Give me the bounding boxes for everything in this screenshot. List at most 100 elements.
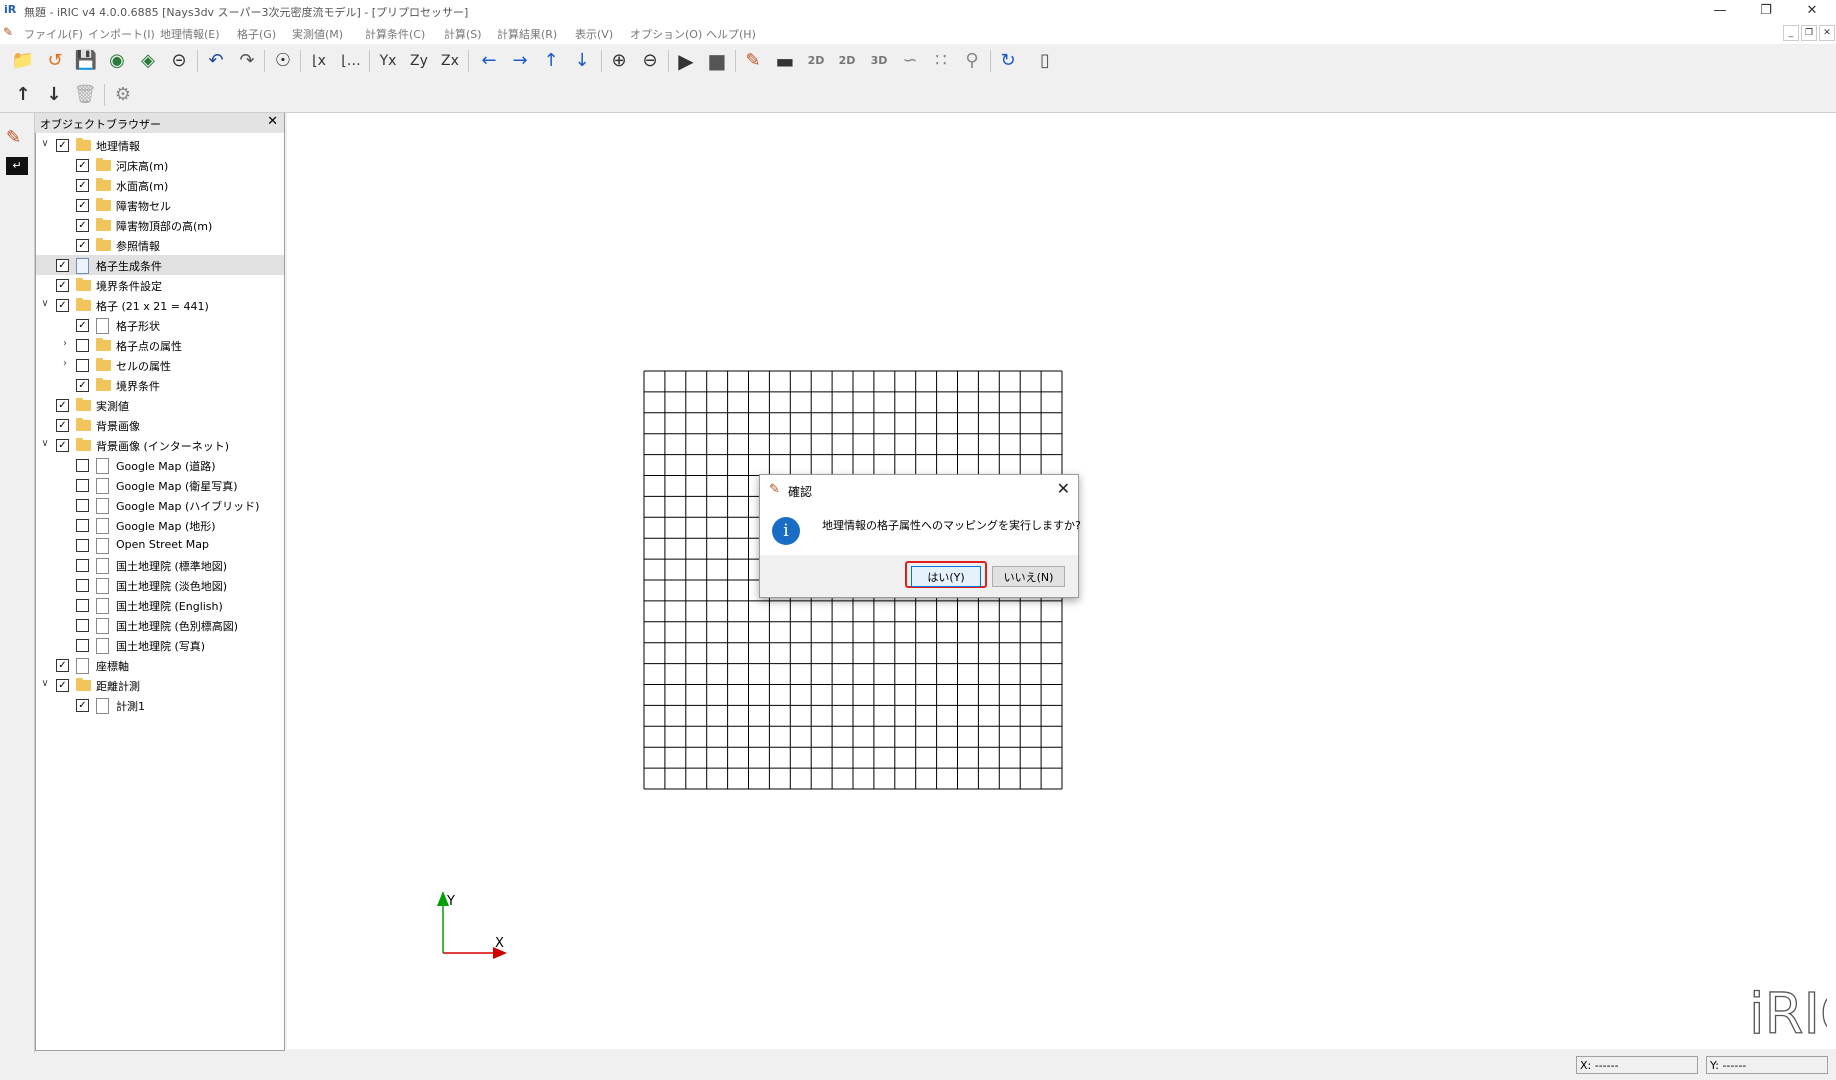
tree-item[interactable]: Google Map (道路)	[36, 455, 284, 475]
2d-post-icon[interactable]: 2D	[803, 49, 829, 73]
tree-item[interactable]: ✓ 格子生成条件	[36, 255, 284, 275]
tree-item[interactable]: ∨ ✓ 格子 (21 x 21 = 441)	[36, 295, 284, 315]
mdi-restore-icon[interactable]: ❐	[1801, 25, 1817, 41]
tree-item[interactable]: Google Map (ハイブリッド)	[36, 495, 284, 515]
tree-item-checkbox[interactable]: ✓	[76, 219, 89, 232]
tree-item-checkbox[interactable]: ✓	[56, 679, 69, 692]
chevron-down-icon[interactable]: ∨	[40, 138, 50, 149]
tree-item[interactable]: ✓ 格子形状	[36, 315, 284, 335]
axis-y-icon[interactable]: Yx	[375, 49, 401, 73]
tree-item[interactable]: ✓ 座標軸	[36, 655, 284, 675]
mdi-minimize-icon[interactable]: _	[1783, 25, 1799, 41]
zoom-in-icon[interactable]: ⊕	[606, 49, 632, 73]
tree-item[interactable]: ✓ 水面高(m)	[36, 175, 284, 195]
tree-item-checkbox[interactable]: ✓	[56, 139, 69, 152]
menu-import[interactable]: インポート(I)	[88, 26, 155, 42]
close-icon[interactable]: ✕	[1057, 479, 1070, 498]
move-up-icon[interactable]: ↑	[10, 83, 36, 107]
tree-item-checkbox[interactable]	[76, 539, 89, 552]
yes-button[interactable]: はい(Y)	[911, 566, 981, 587]
tree-item-checkbox[interactable]	[76, 559, 89, 572]
up-arrow-icon[interactable]: ↑	[538, 49, 564, 73]
tree-item-checkbox[interactable]: ✓	[76, 199, 89, 212]
axis-x-icon[interactable]: ⌊x	[306, 49, 332, 73]
chevron-down-icon[interactable]: ∨	[40, 298, 50, 309]
tree-item-checkbox[interactable]: ✓	[76, 319, 89, 332]
right-arrow-icon[interactable]: →	[507, 49, 533, 73]
chevron-down-icon[interactable]: ∨	[40, 678, 50, 689]
restore-icon[interactable]: ❐	[1743, 0, 1789, 22]
tree-item-checkbox[interactable]: ✓	[76, 379, 89, 392]
edit-mode-icon[interactable]: ✎	[6, 127, 21, 148]
left-arrow-icon[interactable]: ←	[476, 49, 502, 73]
chevron-right-icon[interactable]: ›	[60, 358, 70, 369]
tree-item[interactable]: ✓ 参照情報	[36, 235, 284, 255]
tree-item-checkbox[interactable]	[76, 639, 89, 652]
menu-help[interactable]: ヘルプ(H)	[706, 26, 756, 42]
tree-item[interactable]: 国土地理院 (色別標高図)	[36, 615, 284, 635]
tree-item[interactable]: 国土地理院 (写真)	[36, 635, 284, 655]
tree-item[interactable]: Google Map (地形)	[36, 515, 284, 535]
tree-item[interactable]: ✓ 河床高(m)	[36, 155, 284, 175]
menu-geodata[interactable]: 地理情報(E)	[160, 26, 220, 42]
zoom-fit-icon[interactable]: ☉	[270, 49, 296, 73]
delete-icon[interactable]: 🗑	[72, 83, 98, 107]
tree-item[interactable]: ∨ ✓ 背景画像 (インターネット)	[36, 435, 284, 455]
tree-item[interactable]: 国土地理院 (標準地図)	[36, 555, 284, 575]
graph-icon[interactable]: ∽	[897, 49, 923, 73]
redo-icon[interactable]: ↷	[234, 49, 260, 73]
undo-icon[interactable]: ↶	[203, 49, 229, 73]
tree-item[interactable]: ✓ 障害物セル	[36, 195, 284, 215]
tree-item-checkbox[interactable]: ✓	[56, 419, 69, 432]
tree-item-checkbox[interactable]	[76, 339, 89, 352]
tree-item-checkbox[interactable]: ✓	[56, 659, 69, 672]
console-icon[interactable]: ▬	[772, 49, 798, 73]
tree-item[interactable]: ✓ 境界条件	[36, 375, 284, 395]
tree-item[interactable]: ✓ 実測値	[36, 395, 284, 415]
tree-item[interactable]: ✓ 障害物頂部の高(m)	[36, 215, 284, 235]
tree-item[interactable]: 国土地理院 (淡色地図)	[36, 575, 284, 595]
tree-item-checkbox[interactable]: ✓	[76, 239, 89, 252]
tree-item[interactable]: Google Map (衛星写真)	[36, 475, 284, 495]
edit-icon[interactable]: ✎	[740, 49, 766, 73]
tree-item-checkbox[interactable]: ✓	[76, 179, 89, 192]
axis-zx-icon[interactable]: Zx	[437, 49, 463, 73]
tree-item-checkbox[interactable]: ✓	[56, 259, 69, 272]
tree-item-checkbox[interactable]	[76, 459, 89, 472]
open-project-icon[interactable]: ↺	[42, 49, 68, 73]
minimize-icon[interactable]: —	[1697, 0, 1743, 22]
properties-icon[interactable]: ⚙	[110, 83, 136, 107]
tree-item-checkbox[interactable]	[76, 519, 89, 532]
tree-item[interactable]: Open Street Map	[36, 535, 284, 555]
axis-x-alt-icon[interactable]: ⌊…	[338, 49, 364, 73]
google-earth-icon[interactable]: ⊝	[166, 49, 192, 73]
zoom-out-icon[interactable]: ⊖	[637, 49, 663, 73]
tree-item[interactable]: ∨ ✓ 地理情報	[36, 135, 284, 155]
stop-icon[interactable]: ■	[704, 49, 730, 73]
tree-item[interactable]: ∨ ✓ 距離計測	[36, 675, 284, 695]
menu-calc-condition[interactable]: 計算条件(C)	[365, 26, 425, 42]
chevron-down-icon[interactable]: ∨	[40, 438, 50, 449]
scattered-graph-icon[interactable]: ∷	[928, 49, 954, 73]
tree-item-checkbox[interactable]	[76, 479, 89, 492]
snapshot-icon[interactable]: ◉	[104, 49, 130, 73]
tree-item-checkbox[interactable]	[76, 619, 89, 632]
tree-item[interactable]: › セルの属性	[36, 355, 284, 375]
2d-bird-icon[interactable]: 2D	[834, 49, 860, 73]
run-icon[interactable]: ▶	[673, 49, 699, 73]
open-folder-icon[interactable]: 📁	[10, 49, 36, 73]
tree-item[interactable]: ✓ 背景画像	[36, 415, 284, 435]
tree-item-checkbox[interactable]	[76, 499, 89, 512]
tree-item[interactable]: › 格子点の属性	[36, 335, 284, 355]
tree-item[interactable]: ✓ 境界条件設定	[36, 275, 284, 295]
mdi-close-icon[interactable]: ✕	[1819, 25, 1835, 41]
close-icon[interactable]: ✕	[1789, 0, 1835, 22]
menu-option[interactable]: オプション(O)	[630, 26, 702, 42]
zoom-graph-icon[interactable]: ⚲	[959, 49, 985, 73]
tree-item-checkbox[interactable]	[76, 359, 89, 372]
menu-file[interactable]: ファイル(F)	[24, 26, 83, 42]
menu-result[interactable]: 計算結果(R)	[497, 26, 557, 42]
tree-item-checkbox[interactable]: ✓	[76, 159, 89, 172]
menu-measured[interactable]: 実測値(M)	[292, 26, 343, 42]
reload-icon[interactable]: ↻	[995, 49, 1021, 73]
